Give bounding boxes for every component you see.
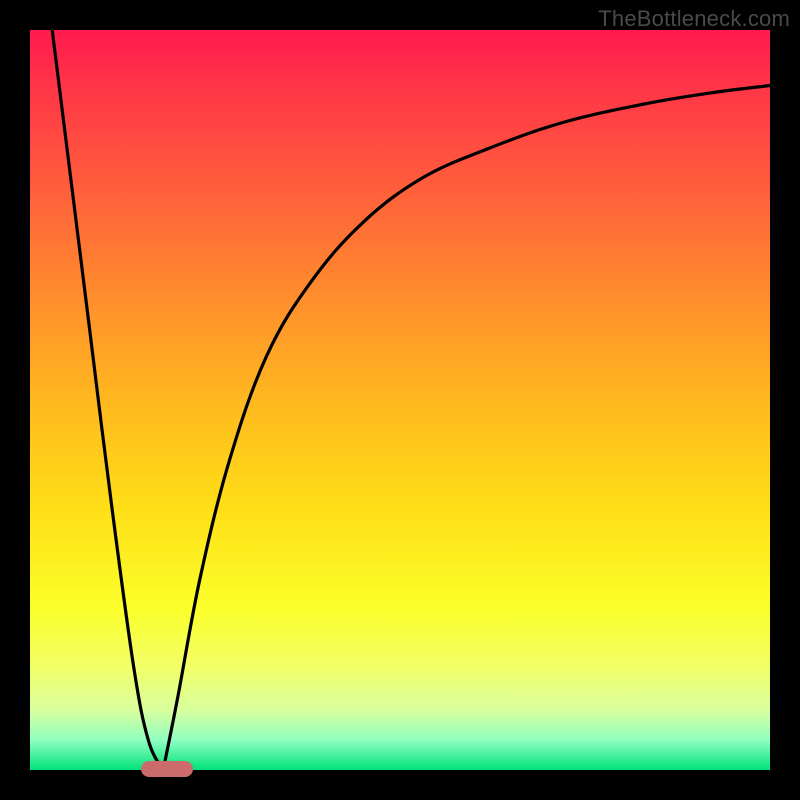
watermark-text: TheBottleneck.com — [598, 6, 790, 32]
chart-frame: TheBottleneck.com — [0, 0, 800, 800]
left-branch — [52, 30, 163, 770]
right-branch — [163, 86, 770, 771]
plot-area — [30, 30, 770, 770]
optimum-marker — [141, 761, 193, 777]
curve-layer — [30, 30, 770, 770]
